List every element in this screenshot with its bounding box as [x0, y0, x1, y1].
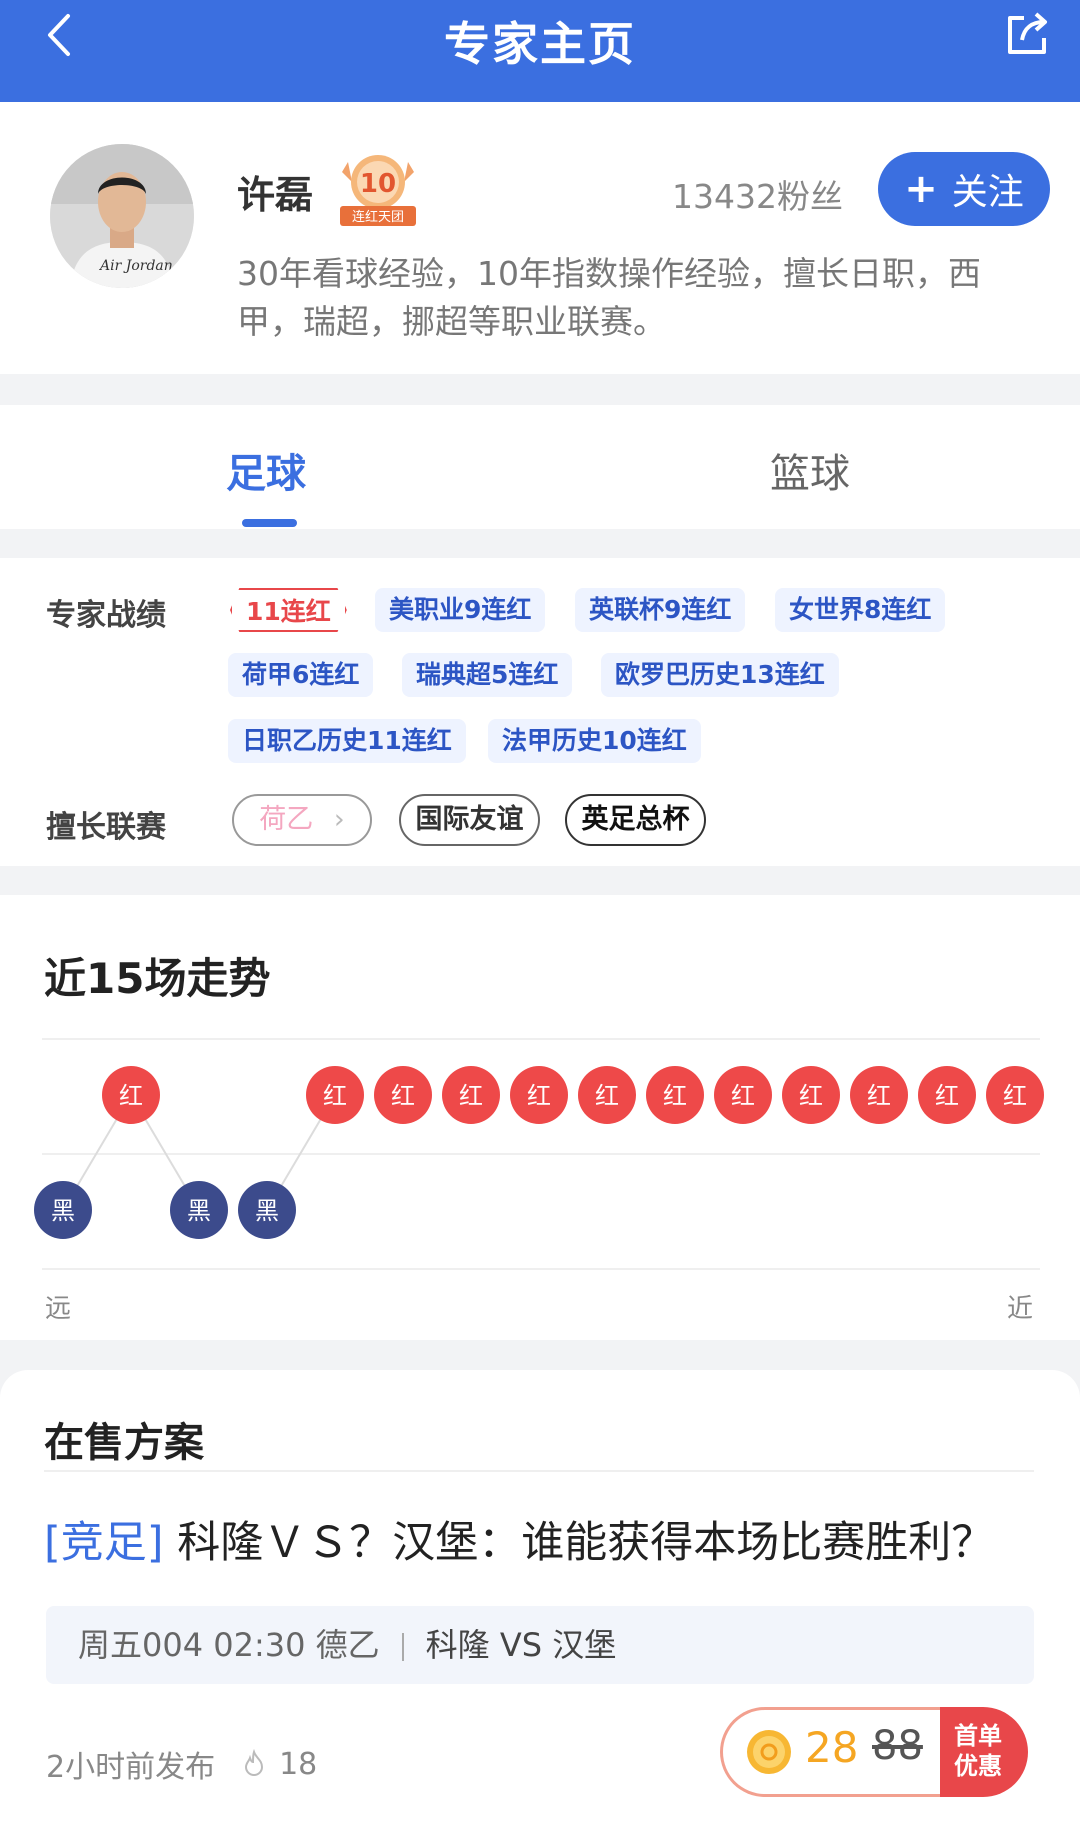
trend-point-label: 黑	[51, 1197, 75, 1225]
trend-point-label: 红	[935, 1082, 959, 1110]
plus-icon: +	[904, 166, 938, 212]
trend-point-label: 红	[867, 1082, 891, 1110]
streak-tag: 英联杯9连红	[575, 588, 746, 632]
streak-tag: 瑞典超5连红	[402, 653, 573, 697]
fans-count: 13432粉丝	[672, 177, 843, 216]
trend-point-label: 红	[459, 1082, 483, 1110]
chevron-right-icon: ›	[333, 804, 345, 835]
share-icon[interactable]	[1002, 10, 1052, 60]
trend-point-label: 红	[731, 1082, 755, 1110]
streak-tag: 女世界8连红	[775, 588, 946, 632]
expert-profile: Air Jordan 许磊 10 连红天团 13432粉丝 + 关注 30年看球…	[0, 102, 1080, 374]
price-original: 88	[872, 1723, 923, 1769]
badge-number: 10	[360, 169, 396, 199]
record-label: 专家战绩	[46, 598, 166, 633]
trend-point-label: 红	[391, 1082, 415, 1110]
price-current: 28	[805, 1723, 859, 1772]
first-order-discount-badge: 首单 优惠	[940, 1707, 1028, 1797]
view-count: 18	[279, 1746, 318, 1782]
top-bar: 专家主页	[0, 0, 1080, 102]
follow-button[interactable]: + 关注	[878, 152, 1050, 226]
match-teams: 科隆 VS 汉堡	[425, 1626, 617, 1664]
trend-point-label: 红	[119, 1082, 143, 1110]
plan-category: [竞足]	[44, 1518, 164, 1568]
plan-title-text: 科隆ＶＳ？汉堡：谁能获得本场比赛胜利？	[163, 1518, 995, 1568]
expert-name: 许磊	[237, 173, 314, 217]
follow-label: 关注	[951, 172, 1024, 213]
separator	[401, 1633, 404, 1661]
streak-badge: 10 连红天团	[330, 152, 426, 228]
price-button[interactable]: 28 88 首单 优惠	[720, 1707, 1028, 1797]
streak-tag: 荷甲6连红	[228, 653, 374, 697]
trend-chart: 黑 红黑 黑 红 红 红 红 红 红 红 红 红 红 红	[34, 1066, 1044, 1239]
plan-title[interactable]: [竞足] 科隆ＶＳ？汉堡：谁能获得本场比赛胜利？	[44, 1508, 994, 1570]
badge-text: 连红天团	[352, 209, 404, 225]
trend-point-label: 红	[527, 1082, 551, 1110]
active-tab-indicator	[242, 519, 297, 527]
publish-time: 2小时前发布	[46, 1750, 216, 1785]
streak-tag: 美职业9连红	[375, 588, 546, 632]
expert-record: 专家战绩 11连红 美职业9连红 英联杯9连红 女世界8连红 荷甲6连红 瑞典超…	[0, 558, 1080, 866]
trend-point-label: 红	[799, 1082, 823, 1110]
streak-tag: 欧罗巴历史13连红	[601, 653, 839, 697]
sport-tabs: 足球 篮球	[0, 405, 1080, 529]
trend-point-label: 黑	[255, 1197, 279, 1225]
plan-meta: 2小时前发布 18	[46, 1742, 317, 1786]
tab-football[interactable]: 足球	[226, 441, 306, 499]
trend-point-label: 红	[595, 1082, 619, 1110]
avatar[interactable]: Air Jordan	[50, 144, 194, 288]
streak-tag: 法甲历史10连红	[488, 719, 701, 763]
recent-trend: 近15场走势 黑红黑黑红红红红红红红红红红红 远 近	[0, 895, 1080, 1340]
streak-tag: 日职乙历史11连红	[228, 719, 466, 763]
league-chip[interactable]: 国际友谊	[399, 794, 540, 846]
section-title: 在售方案	[44, 1420, 204, 1466]
svg-text:Air Jordan: Air Jordan	[98, 258, 173, 274]
match-time-league: 周五004 02:30 德乙	[78, 1626, 380, 1664]
trend-point-label: 红	[323, 1082, 347, 1110]
league-chip[interactable]: 英足总杯	[565, 794, 706, 846]
trend-point-label: 红	[663, 1082, 687, 1110]
highlight-streak-tag: 11连红	[230, 588, 347, 632]
plans-on-sale: 在售方案 [竞足] 科隆ＶＳ？汉堡：谁能获得本场比赛胜利？ 周五004 02:3…	[0, 1370, 1080, 1830]
page-title: 专家主页	[444, 17, 636, 71]
flame-icon	[245, 1749, 264, 1776]
league-label: 擅长联赛	[46, 810, 166, 845]
trend-point-label: 黑	[187, 1197, 211, 1225]
match-info: 周五004 02:30 德乙 科隆 VS 汉堡	[46, 1606, 1034, 1684]
expert-bio: 30年看球经验，10年指数操作经验，擅长日职，西甲，瑞超，挪超等职业联赛。	[237, 254, 981, 341]
divider	[44, 1470, 1034, 1472]
far-label: 远	[45, 1294, 72, 1324]
tab-basketball[interactable]: 篮球	[770, 441, 850, 499]
trend-point-label: 红	[1003, 1082, 1027, 1110]
coin-icon	[747, 1730, 791, 1774]
league-chip[interactable]: 荷乙 ›	[232, 794, 372, 846]
near-label: 近	[1007, 1294, 1034, 1324]
